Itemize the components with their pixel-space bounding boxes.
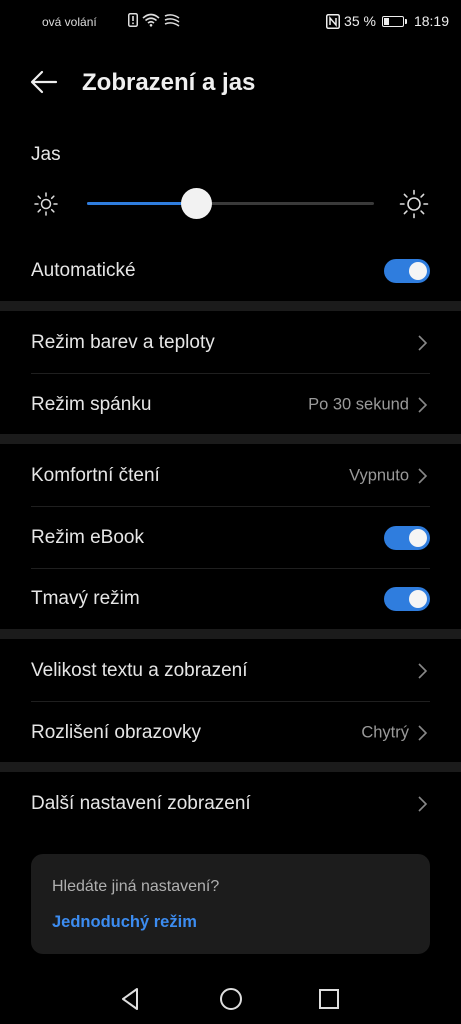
row-ebook[interactable]: Režim eBook (0, 507, 461, 569)
back-arrow-icon (30, 70, 58, 94)
chevron-right-icon (418, 468, 428, 484)
row-automatic-label: Automatické (31, 260, 136, 281)
row-more-display[interactable]: Další nastavení zobrazení (0, 773, 461, 835)
row-more-display-label: Další nastavení zobrazení (31, 793, 251, 814)
nfc-icon (326, 13, 341, 29)
brightness-slider[interactable] (87, 188, 374, 219)
row-automatic[interactable]: Automatické (0, 240, 461, 302)
brightness-slider-fill (87, 202, 197, 205)
chevron-right-icon (418, 335, 428, 351)
header: Zobrazení a jas (0, 52, 461, 112)
automatic-toggle[interactable] (384, 259, 430, 283)
row-comfort-reading-label: Komfortní čtení (31, 465, 160, 486)
home-circle-icon[interactable] (216, 984, 246, 1014)
back-button[interactable] (26, 64, 62, 100)
brightness-label: Jas (31, 144, 61, 165)
toggle-knob (409, 529, 427, 547)
status-icons-right: 35 % 18:19 (326, 13, 449, 29)
row-resolution-label: Rozlišení obrazovky (31, 722, 202, 743)
carrier-text: ová volání (42, 15, 97, 29)
dark-mode-toggle[interactable] (384, 587, 430, 611)
page-title: Zobrazení a jas (82, 69, 256, 96)
simple-mode-link[interactable]: Jednoduchý režim (52, 913, 197, 932)
recents-square-icon[interactable] (314, 984, 344, 1014)
row-resolution[interactable]: Rozlišení obrazovky Chytrý (0, 702, 461, 764)
suggestion-card: Hledáte jiná nastavení? Jednoduchý režim (31, 854, 430, 954)
toggle-knob (409, 262, 427, 280)
chevron-right-icon (418, 663, 428, 679)
chevron-right-icon (418, 397, 428, 413)
battery-fill (383, 17, 389, 25)
row-comfort-reading[interactable]: Komfortní čtení Vypnuto (0, 445, 461, 507)
row-sleep-label: Režim spánku (31, 394, 152, 415)
signal-wave-icon (164, 14, 180, 27)
clock: 18:19 (413, 13, 449, 29)
status-icons-left (128, 13, 180, 27)
sun-small-icon (34, 192, 58, 216)
row-sleep-value: Po 30 sekund (308, 395, 409, 414)
section-separator (0, 629, 461, 639)
row-ebook-label: Režim eBook (31, 527, 144, 548)
alert-icon (128, 13, 138, 27)
brightness-slider-thumb[interactable] (181, 188, 213, 219)
row-color-mode-label: Režim barev a teploty (31, 332, 215, 353)
section-separator (0, 434, 461, 444)
navigation-bar (0, 972, 461, 1024)
row-text-size-label: Velikost textu a zobrazení (31, 660, 248, 681)
battery-icon (381, 15, 407, 27)
row-comfort-reading-value: Vypnuto (349, 466, 409, 485)
ebook-toggle[interactable] (384, 526, 430, 550)
row-color-mode[interactable]: Režim barev a teploty (0, 312, 461, 374)
sun-large-icon (399, 189, 429, 219)
chevron-right-icon (418, 796, 428, 812)
battery-percent: 35 % (344, 13, 376, 29)
wifi-icon (142, 13, 160, 27)
row-dark-mode[interactable]: Tmavý režim (0, 568, 461, 630)
row-dark-mode-label: Tmavý režim (31, 588, 140, 609)
row-sleep[interactable]: Režim spánku Po 30 sekund (0, 374, 461, 436)
suggestion-text: Hledáte jiná nastavení? (52, 878, 220, 895)
row-resolution-value: Chytrý (361, 723, 409, 742)
row-text-size[interactable]: Velikost textu a zobrazení (0, 640, 461, 702)
chevron-right-icon (418, 725, 428, 741)
back-triangle-icon[interactable] (116, 984, 146, 1014)
section-separator (0, 301, 461, 311)
section-separator (0, 762, 461, 772)
toggle-knob (409, 590, 427, 608)
status-bar: ová volání 35 % 18:19 (0, 0, 461, 44)
brightness-slider-row (0, 184, 461, 224)
